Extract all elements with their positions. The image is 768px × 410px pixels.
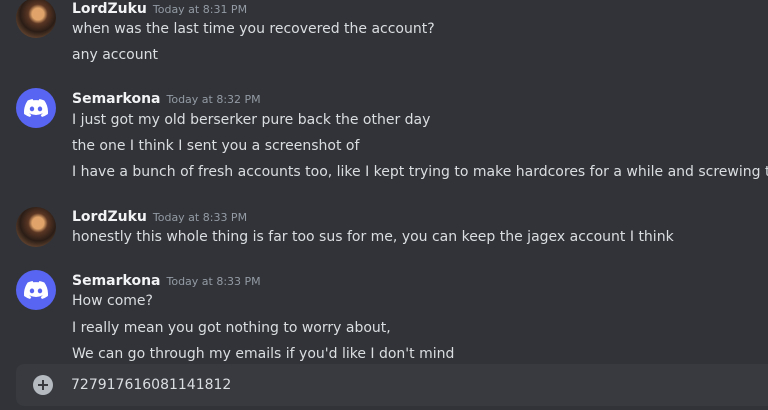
message-line: the one I think I sent you a screenshot … [72, 138, 360, 154]
plus-icon [38, 380, 48, 390]
discord-logo-icon[interactable] [16, 88, 56, 128]
author-name[interactable]: LordZuku [72, 209, 147, 225]
author-name[interactable]: LordZuku [72, 1, 147, 17]
message-line: honestly this whole thing is far too sus… [72, 229, 674, 245]
message-header: Semarkona Today at 8:33 PM [72, 270, 261, 289]
message-line: when was the last time you recovered the… [72, 21, 435, 37]
author-name[interactable]: Semarkona [72, 91, 160, 107]
message-timestamp[interactable]: Today at 8:31 PM [153, 3, 247, 16]
author-name[interactable]: Semarkona [72, 273, 160, 289]
message-line: I really mean you got nothing to worry a… [72, 320, 391, 336]
message-header: LordZuku Today at 8:31 PM [72, 0, 247, 17]
user-avatar[interactable] [16, 207, 56, 247]
message-line: I have a bunch of fresh accounts too, li… [72, 164, 768, 180]
message-line: any account [72, 47, 158, 63]
discord-logo-icon[interactable] [16, 270, 56, 310]
discord-logo-icon [24, 281, 48, 299]
message-list: LordZuku Today at 8:31 PM when was the la… [0, 0, 768, 362]
message-line: We can go through my emails if you'd lik… [72, 346, 455, 362]
message-line: How come? [72, 293, 153, 309]
message-line: I just got my old berserker pure back th… [72, 112, 431, 128]
message-timestamp[interactable]: Today at 8:32 PM [166, 93, 260, 106]
message-input[interactable]: 727917616081141812 [71, 375, 231, 395]
message-header: Semarkona Today at 8:32 PM [72, 88, 261, 107]
discord-logo-icon [24, 99, 48, 117]
user-avatar[interactable] [16, 0, 56, 38]
message-header: LordZuku Today at 8:33 PM [72, 206, 247, 225]
message-composer[interactable]: 727917616081141812 [16, 364, 768, 406]
add-attachment-icon[interactable] [33, 375, 53, 395]
message-timestamp[interactable]: Today at 8:33 PM [153, 211, 247, 224]
message-timestamp[interactable]: Today at 8:33 PM [166, 275, 260, 288]
